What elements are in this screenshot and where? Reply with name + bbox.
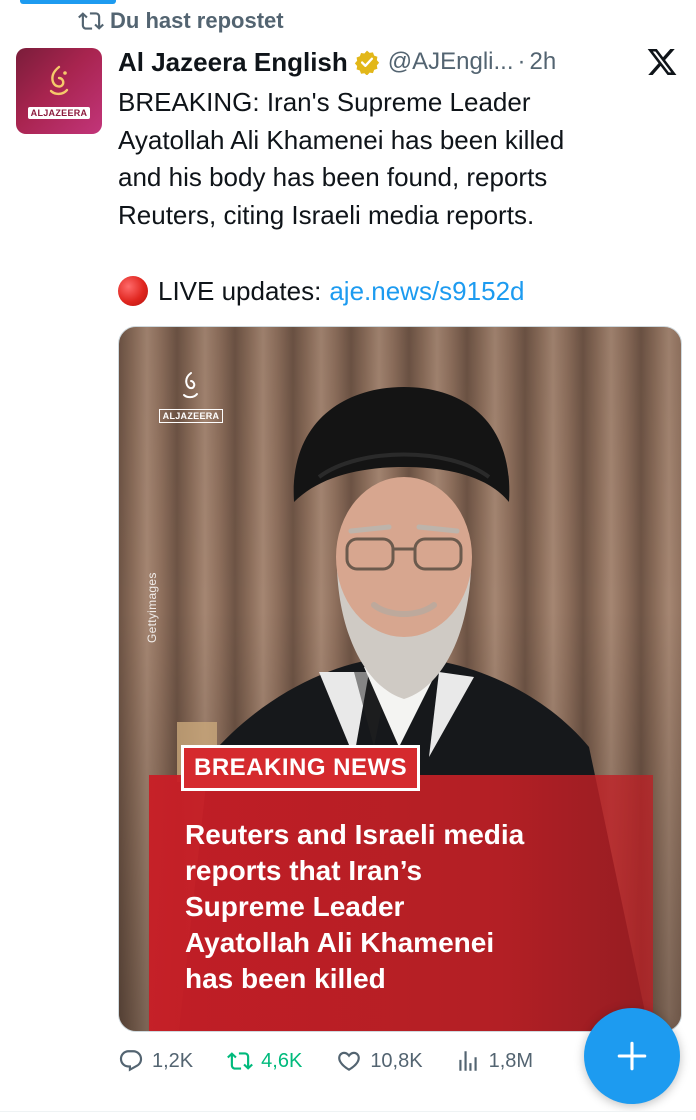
like-button[interactable]: 10,8K (336, 1048, 423, 1074)
view-count: 1,8M (488, 1049, 534, 1072)
breaking-news-caption: Reuters and Israeli media reports that I… (185, 817, 625, 997)
repost-banner-label: Du hast repostet (110, 8, 284, 33)
author-handle[interactable]: @AJEngli... (388, 48, 514, 76)
views-button[interactable]: 1,8M (455, 1048, 533, 1074)
aljazeera-watermark-icon (183, 372, 198, 399)
caption-line: Supreme Leader (185, 891, 405, 922)
tweet-header: Al Jazeera English @AJEngli... · 2h (118, 44, 678, 80)
tweet-text-line: Ayatollah Ali Khamenei has been killed (118, 124, 565, 155)
tweet-text-line: and his body has been found, reports (118, 162, 548, 192)
aljazeera-watermark: ALJAZEERA (158, 371, 224, 423)
plus-icon (617, 1041, 647, 1071)
aljazeera-watermark-label: ALJAZEERA (158, 409, 224, 423)
live-updates-link[interactable]: aje.news/s9152d (329, 276, 524, 307)
reply-icon (119, 1050, 143, 1072)
caption-line: Ayatollah Ali Khamenei (185, 927, 495, 958)
live-updates-label: LIVE updates: (158, 275, 322, 306)
views-chart-icon (458, 1051, 477, 1071)
repost-button[interactable]: 4,6K (227, 1048, 302, 1074)
breaking-news-badge: BREAKING NEWS (181, 745, 421, 791)
verified-badge-icon (354, 50, 379, 75)
caption-line: has been killed (185, 963, 386, 994)
live-updates-line: LIVE updates: aje.news/s9152d (118, 272, 524, 310)
tweet-timestamp[interactable]: 2h (530, 48, 557, 76)
header-separator: · (517, 48, 526, 75)
red-circle-emoji-icon (118, 276, 148, 306)
repost-banner: Du hast repostet (78, 6, 284, 36)
like-count: 10,8K (370, 1049, 423, 1072)
top-tab-indicator (20, 0, 116, 4)
author-name[interactable]: Al Jazeera English (118, 47, 348, 78)
tweet-text-line: Reuters, citing Israeli media reports. (118, 199, 535, 230)
reply-count: 1,2K (152, 1049, 194, 1072)
avatar-brand-label: ALJAZEERA (27, 107, 91, 119)
tweet-media-image[interactable]: ALJAZEERA Gettyimages BREAKING NEWS Reut… (118, 326, 682, 1032)
aljazeera-logo-icon (49, 65, 69, 96)
caption-line: reports that Iran’s (185, 855, 423, 886)
tweet-text: BREAKING: Iran's Supreme Leader Ayatolla… (118, 84, 678, 234)
caption-line: Reuters and Israeli media (185, 819, 525, 850)
getty-credit: Gettyimages (145, 572, 159, 643)
repost-icon (78, 12, 104, 30)
repost-active-icon (227, 1052, 254, 1070)
x-logo-icon (647, 49, 677, 75)
heart-icon (338, 1051, 361, 1071)
repost-count: 4,6K (261, 1049, 303, 1072)
tweet-actions: 1,2K 4,6K 10,8K 1,8M (118, 1044, 533, 1078)
tweet-text-line: BREAKING: Iran's Supreme Leader (118, 87, 531, 117)
author-avatar[interactable]: ALJAZEERA (16, 48, 102, 134)
reply-button[interactable]: 1,2K (118, 1048, 193, 1074)
compose-fab-button[interactable] (584, 1008, 680, 1104)
bottom-divider (0, 1111, 696, 1120)
